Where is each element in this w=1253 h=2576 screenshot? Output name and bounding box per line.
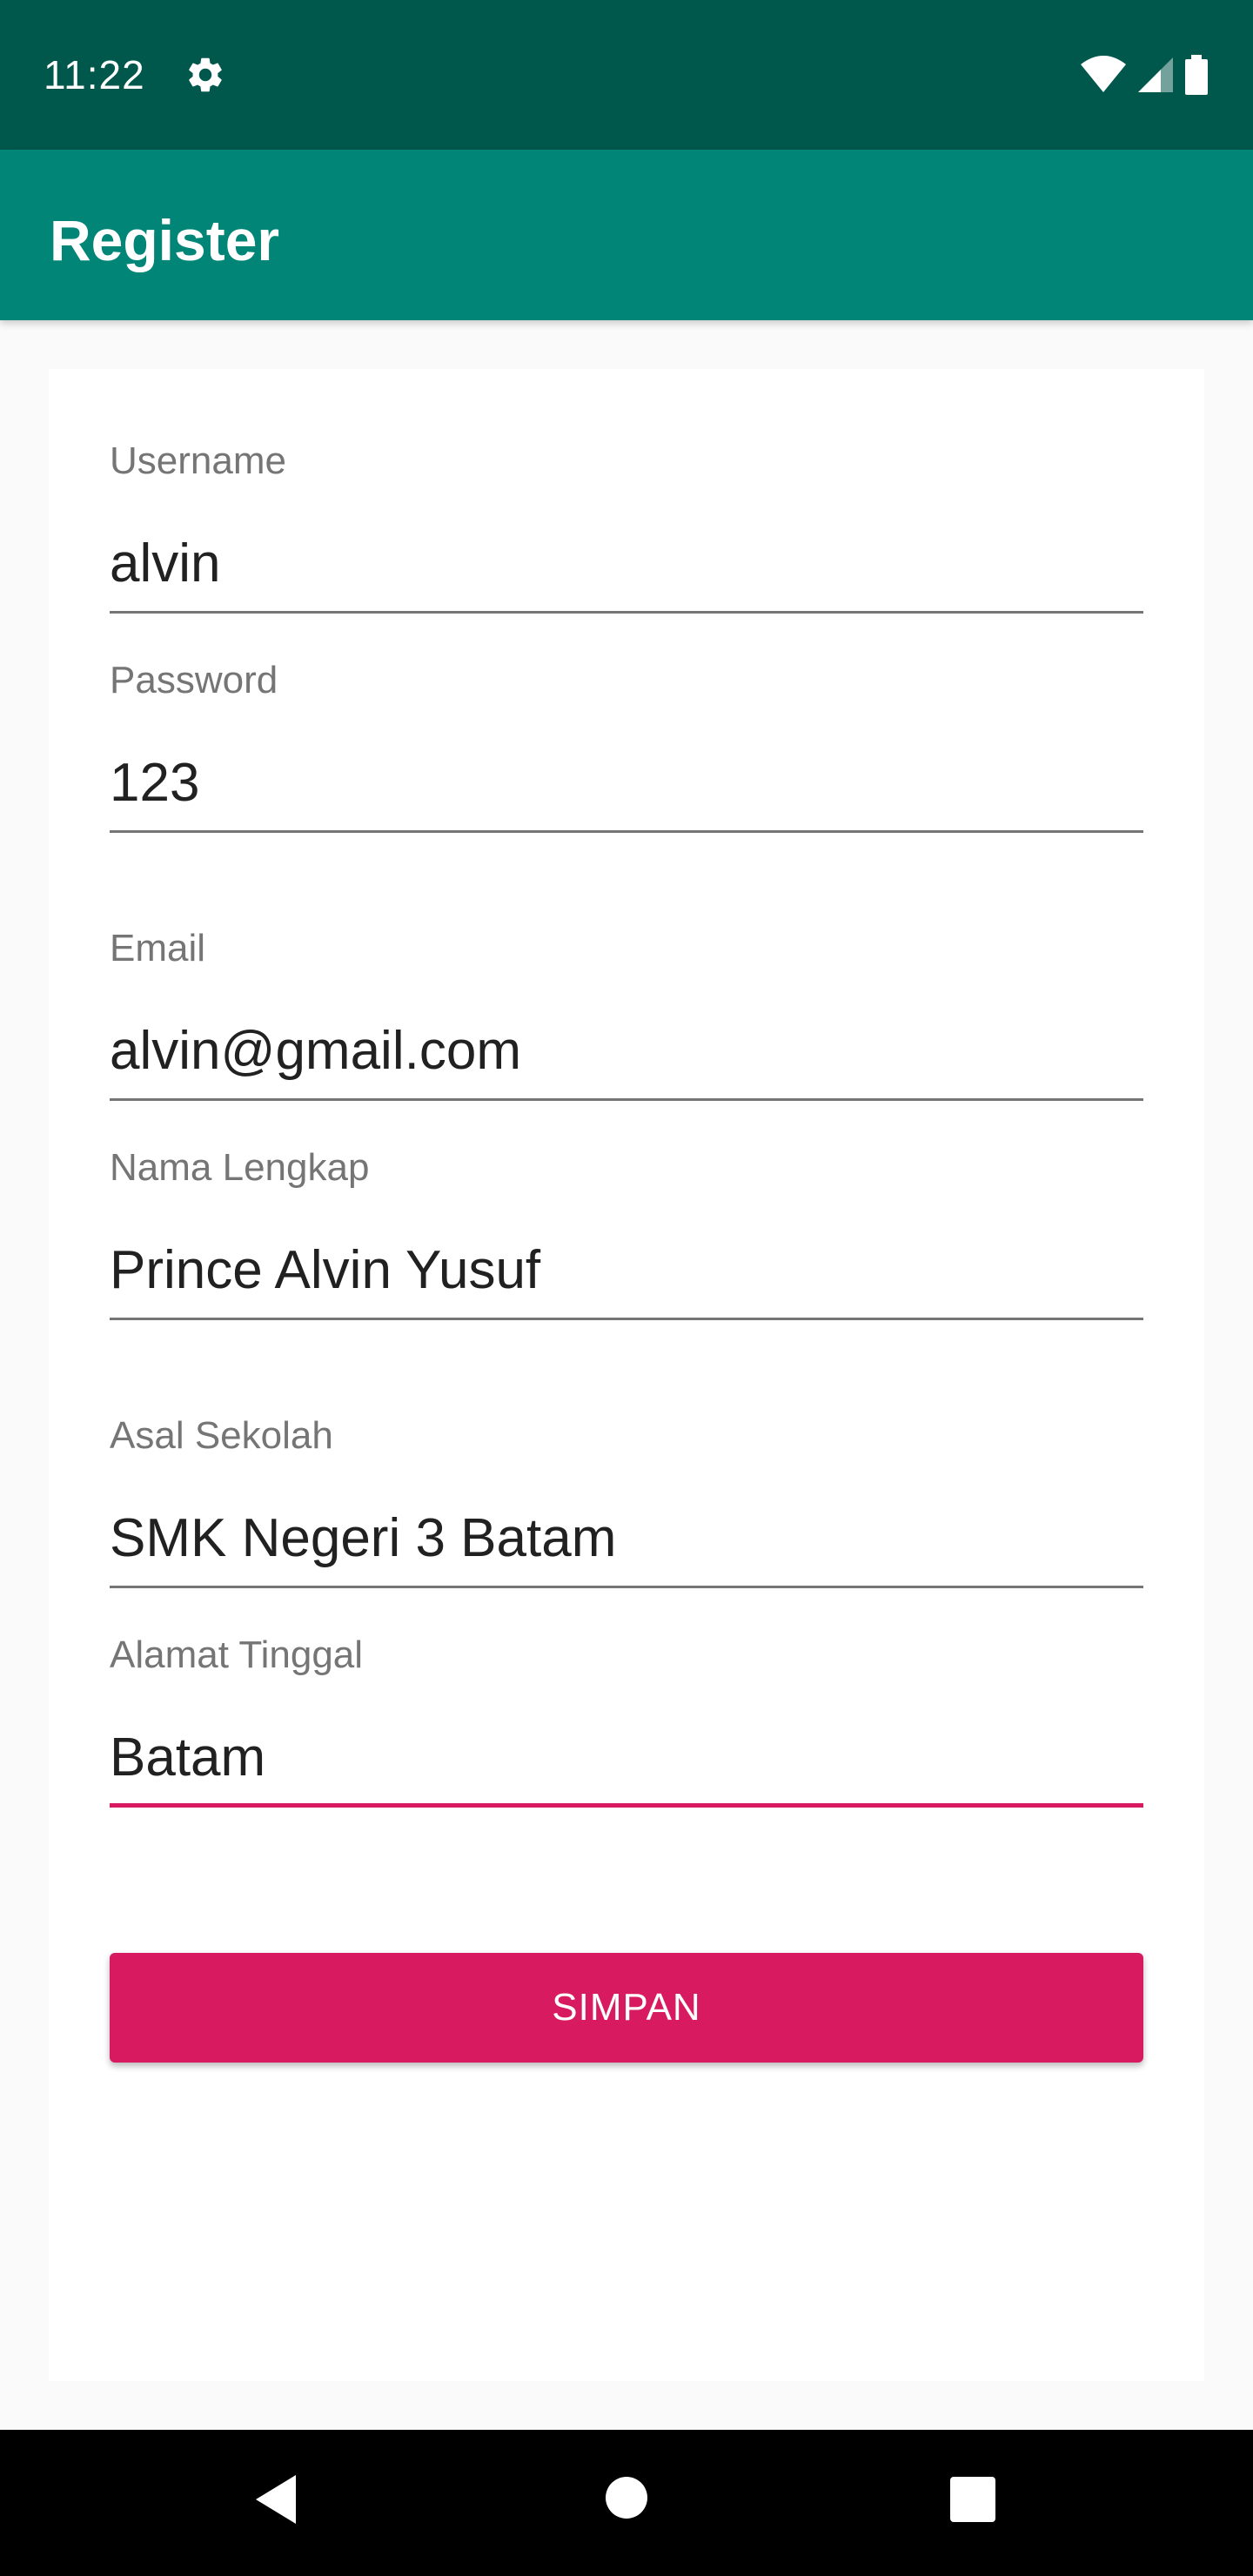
full-name-underline [110,1318,1143,1320]
password-input[interactable]: 123 [110,752,199,815]
page-title: Register [50,208,280,272]
school-label: Asal Sekolah [110,1414,333,1457]
password-underline [110,830,1143,833]
signal-icon [1138,57,1173,92]
wifi-icon [1081,56,1126,92]
battery-icon [1185,55,1208,95]
school-input[interactable]: SMK Negeri 3 Batam [110,1507,616,1570]
address-label: Alamat Tinggal [110,1633,364,1676]
app-bar: Register [0,150,1253,320]
username-label: Username [110,439,286,482]
email-label: Email [110,927,206,969]
gear-icon [189,57,222,92]
address-input[interactable]: Batam [110,1727,265,1789]
status-icons [1079,55,1209,95]
full-name-label: Nama Lengkap [110,1146,370,1189]
status-time: 11:22 [44,52,145,97]
password-label: Password [110,659,278,701]
navigation-bar [0,2430,1253,2576]
username-underline [110,611,1143,614]
username-input[interactable]: alvin [110,533,221,595]
school-underline [110,1586,1143,1588]
recents-icon[interactable] [950,2477,995,2522]
save-button[interactable]: SIMPAN [110,1953,1143,2063]
back-icon[interactable] [252,2472,301,2527]
email-underline [110,1098,1143,1101]
full-name-input[interactable]: Prince Alvin Yusuf [110,1239,540,1302]
register-form-card: Username alvin Password 123 Email alvin@… [49,369,1204,2381]
address-underline [110,1803,1143,1808]
email-input[interactable]: alvin@gmail.com [110,1020,521,1083]
status-bar: 11:22 [0,0,1253,150]
home-icon[interactable] [604,2475,649,2520]
